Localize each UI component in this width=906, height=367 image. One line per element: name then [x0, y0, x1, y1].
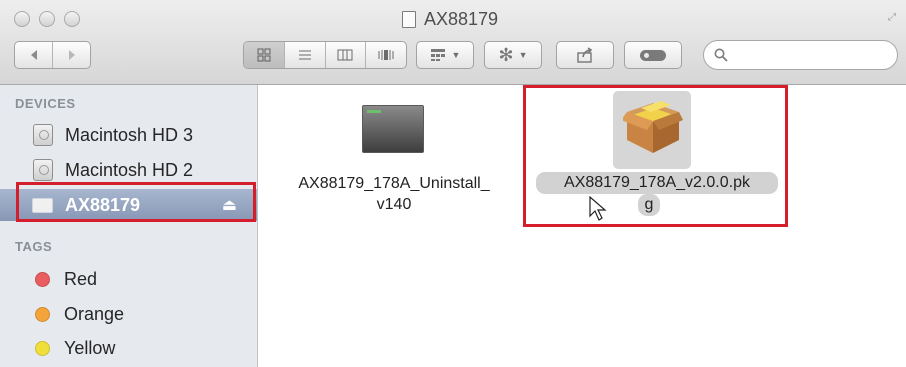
- chevron-right-icon: [68, 50, 75, 60]
- file-name-line-2: v140: [376, 196, 412, 213]
- fullscreen-icon[interactable]: ⤢: [888, 12, 900, 24]
- chevron-left-icon: [30, 50, 37, 60]
- file-name-line-1: AX88179_178A_v2.0.0.pk: [564, 174, 750, 191]
- window-title-group: AX88179: [402, 7, 498, 31]
- back-button[interactable]: [15, 42, 52, 68]
- chevron-down-icon: ▼: [451, 50, 461, 60]
- file-item-uninstaller[interactable]: AX88179_178A_Uninstall_ v140: [259, 85, 529, 235]
- hard-drive-icon: [33, 159, 53, 181]
- sidebar-item-tag-yellow[interactable]: Yellow: [0, 333, 257, 363]
- tag-icon: [640, 49, 666, 61]
- devices-section-header: DEVICES: [15, 96, 76, 111]
- sidebar-item-label: Red: [64, 268, 98, 289]
- gear-icon: ✻: [498, 44, 514, 65]
- orange-tag-dot-icon: [35, 306, 50, 322]
- application-icon: [362, 105, 424, 153]
- file-name-line-2: g: [644, 196, 654, 213]
- sidebar-item-label: Macintosh HD 3: [65, 124, 194, 145]
- external-drive-icon: [32, 197, 53, 213]
- back-forward-control: [14, 41, 91, 69]
- view-mode-control: [243, 41, 407, 69]
- tags-section-header: TAGS: [15, 239, 53, 254]
- mouse-pointer-icon: [589, 196, 607, 221]
- cover-flow-view-button[interactable]: [365, 42, 406, 68]
- sidebar-item-tag-red[interactable]: Red: [0, 264, 257, 294]
- package-icon: [623, 101, 683, 153]
- sidebar-item-macintosh-hd-3[interactable]: Macintosh HD 3: [0, 120, 257, 150]
- search-icon: [714, 48, 728, 62]
- finder-window: AX88179 ⤢ ▼ ✻ ▼ DEVICES Macintosh HD 3 M…: [0, 0, 906, 367]
- sidebar-item-label: Yellow: [64, 337, 116, 358]
- file-item-package[interactable]: AX88179_178A_v2.0.0.pk g: [524, 85, 906, 235]
- sidebar-item-macintosh-hd-2[interactable]: Macintosh HD 2: [0, 155, 257, 185]
- yellow-tag-dot-icon: [35, 340, 50, 356]
- sidebar-item-label: AX88179: [65, 194, 141, 215]
- share-button[interactable]: [556, 41, 614, 69]
- minimize-window-button[interactable]: [39, 11, 55, 27]
- edit-tags-button[interactable]: [624, 41, 682, 69]
- list-view-icon: [298, 50, 311, 60]
- file-browser-area: AX88179_178A_Uninstall_ v140 AX88179_178…: [259, 85, 906, 367]
- sidebar: DEVICES Macintosh HD 3 Macintosh HD 2 AX…: [0, 85, 258, 367]
- arrange-button[interactable]: ▼: [416, 41, 474, 69]
- action-button[interactable]: ✻ ▼: [484, 41, 542, 69]
- chevron-down-icon: ▼: [518, 50, 528, 60]
- hard-drive-icon: [33, 124, 53, 146]
- column-view-button[interactable]: [324, 42, 366, 68]
- window-title: AX88179: [424, 8, 499, 29]
- column-view-icon: [337, 49, 353, 61]
- cover-flow-icon: [378, 50, 394, 60]
- eject-icon[interactable]: ⏏: [222, 195, 237, 215]
- zoom-window-button[interactable]: [64, 11, 80, 27]
- share-icon: [577, 47, 593, 63]
- search-field[interactable]: [703, 40, 898, 70]
- forward-button[interactable]: [52, 42, 90, 68]
- close-window-button[interactable]: [14, 11, 30, 27]
- list-view-button[interactable]: [283, 42, 325, 68]
- sidebar-item-label: Macintosh HD 2: [65, 159, 194, 180]
- sidebar-item-label: Orange: [64, 303, 125, 324]
- titlebar: AX88179 ⤢ ▼ ✻ ▼: [0, 0, 906, 85]
- icon-view-button[interactable]: [244, 42, 284, 68]
- icon-view-icon: [257, 48, 271, 62]
- folder-proxy-icon[interactable]: [402, 10, 416, 28]
- sidebar-item-ax88179[interactable]: AX88179 ⏏: [0, 189, 257, 221]
- file-name-line-1: AX88179_178A_Uninstall_: [298, 175, 490, 192]
- sidebar-item-tag-orange[interactable]: Orange: [0, 299, 257, 329]
- red-tag-dot-icon: [35, 271, 50, 287]
- arrange-grid-icon: [430, 49, 445, 61]
